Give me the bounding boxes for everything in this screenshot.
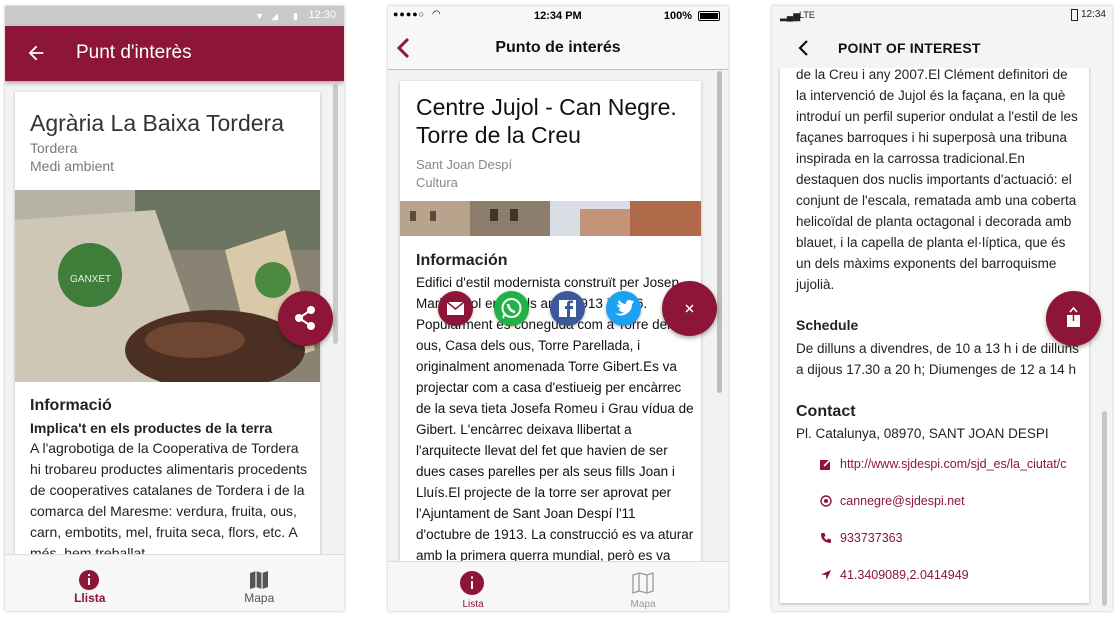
building-photo-strip — [400, 201, 701, 236]
svg-text:GANXET: GANXET — [70, 274, 111, 285]
phone-icon — [821, 533, 831, 543]
tab-label: Llista — [74, 591, 106, 605]
status-time: 12:34 — [1080, 9, 1106, 20]
tab-llista[interactable]: Llista — [5, 555, 175, 611]
poi-card: Agrària La Baixa Tordera Tordera Medi am… — [15, 92, 320, 562]
signal-icon: ◢ — [271, 11, 278, 21]
twitter-icon — [615, 300, 634, 316]
nav-bar: Punto de interés — [388, 26, 728, 70]
tab-label: Mapa — [630, 599, 656, 610]
website-text: http://www.sjdespi.com/sjd_es/la_ciutat/… — [840, 457, 1067, 471]
category-text: Cultura — [416, 175, 458, 190]
share-facebook-button[interactable] — [550, 291, 585, 326]
share-button[interactable] — [1046, 291, 1101, 346]
schedule-heading: Schedule — [796, 317, 859, 333]
page-title: Punto de interés — [495, 39, 621, 56]
product-photo: GANXET — [15, 190, 320, 382]
share-whatsapp-button[interactable] — [494, 291, 529, 326]
description-text: A l'agrobotiga de la Cooperativa de Tord… — [30, 440, 308, 561]
location-text: Tordera — [30, 140, 78, 156]
close-share-button[interactable] — [662, 281, 717, 336]
share-email-button[interactable] — [438, 291, 473, 326]
status-bar: ▂▄▆ LTE 12:34 — [772, 6, 1112, 26]
nav-bar: POINT OF INTEREST — [772, 26, 1112, 68]
app-bar: Punt d'interès — [5, 26, 344, 81]
bottom-tab-bar: Llista Mapa — [5, 554, 344, 611]
tab-lista[interactable]: Lista — [388, 562, 558, 611]
scrollbar[interactable] — [717, 71, 722, 393]
tab-mapa[interactable]: Mapa — [558, 562, 728, 611]
battery-icon — [1071, 9, 1078, 21]
tab-label: Lista — [462, 599, 484, 610]
battery-percent: 100% — [663, 10, 692, 22]
coordinates-text: 41.3409089,2.0414949 — [840, 568, 969, 582]
wifi-icon: ◠ — [432, 9, 441, 20]
bottom-tab-bar: Lista Mapa — [388, 561, 728, 611]
section-heading: Informació — [30, 397, 112, 414]
close-icon — [685, 304, 694, 313]
android-phone-screen: ▼ ◢ ▮ 12:30 Punt d'interès Agrària La Ba… — [5, 6, 344, 611]
contact-heading: Contact — [796, 403, 856, 420]
map-icon — [632, 572, 654, 594]
section-heading: Información — [416, 252, 508, 269]
contact-website-link[interactable]: http://www.sjdespi.com/sjd_es/la_ciutat/… — [820, 457, 1088, 473]
schedule-text: De dilluns a divendres, de 10 a 13 h i d… — [796, 341, 1079, 377]
location-arrow-icon — [821, 570, 831, 580]
phone-text: 933737363 — [840, 531, 903, 545]
card-title: Centre Jujol - Can Negre. Torre de la Cr… — [416, 94, 677, 148]
share-button[interactable] — [278, 291, 333, 346]
info-icon — [79, 570, 99, 590]
page-title: Punt d'interès — [76, 42, 192, 63]
info-icon — [460, 571, 484, 595]
share-twitter-button[interactable] — [606, 291, 641, 326]
battery-icon: ▮ — [293, 11, 298, 21]
status-time: 12:30 — [308, 9, 336, 21]
address-text: Pl. Catalunya, 08970, SANT JOAN DESPI — [796, 426, 1049, 441]
status-bar: ▼ ◢ ▮ 12:30 — [5, 6, 344, 26]
ios-phone-screen: ●●●●○ ◠ 12:34 PM 100% Punto de interés C… — [388, 6, 728, 611]
location-text: Sant Joan Despí — [416, 157, 513, 172]
signal-dots-icon: ●●●●○ — [393, 9, 426, 19]
page-title: POINT OF INTEREST — [838, 40, 981, 56]
share-export-icon — [1067, 306, 1080, 327]
description-text: de la Creu i any 2007.El Clément definit… — [796, 67, 1078, 292]
tab-label: Mapa — [244, 591, 275, 605]
scrollbar[interactable] — [1102, 411, 1107, 606]
poi-card: de la Creu i any 2007.El Clément definit… — [780, 62, 1089, 603]
scrollbar[interactable] — [333, 84, 338, 344]
back-arrow-icon[interactable] — [25, 42, 47, 64]
back-chevron-icon[interactable] — [797, 40, 809, 56]
status-time: 12:34 PM — [534, 10, 582, 22]
android-phone-screen: ▂▄▆ LTE 12:34 POINT OF INTEREST de la Cr… — [772, 6, 1112, 611]
share-icon — [295, 306, 315, 330]
wifi-icon: ▼ — [255, 11, 264, 21]
battery-icon — [698, 11, 720, 21]
email-text: cannegre@sjdespi.net — [840, 494, 965, 508]
signal-icon: ▂▄▆ — [780, 11, 801, 21]
subheading: Implica't en els productes de la terra — [30, 420, 273, 436]
card-title: Agrària La Baixa Tordera — [30, 110, 284, 136]
network-type: LTE — [799, 10, 815, 20]
at-icon — [820, 495, 832, 507]
edit-link-icon — [820, 458, 832, 470]
facebook-icon — [559, 300, 576, 317]
tab-mapa[interactable]: Mapa — [175, 555, 345, 611]
map-icon — [249, 571, 268, 589]
whatsapp-icon — [501, 298, 522, 319]
mail-icon — [446, 301, 465, 315]
category-text: Medi ambient — [30, 158, 115, 174]
status-bar: ●●●●○ ◠ 12:34 PM 100% — [388, 6, 728, 26]
